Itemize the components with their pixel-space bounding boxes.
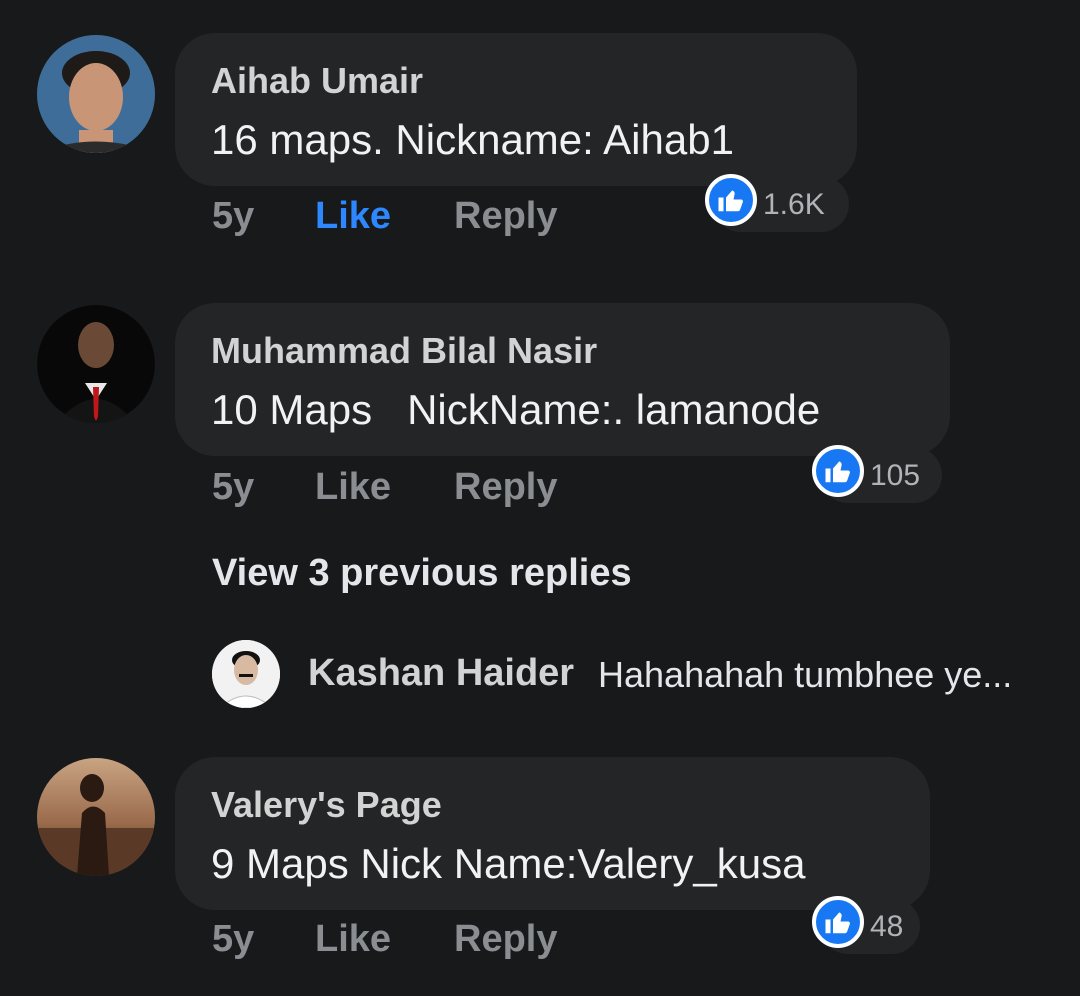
comment-text: 10 Maps NickName:. lamanode — [211, 386, 821, 433]
reaction-summary[interactable]: 1.6K — [705, 174, 849, 232]
comment-author[interactable]: Valery's Page — [211, 784, 442, 826]
avatar-image — [212, 640, 280, 708]
comment-bubble: Aihab Umair 16 maps. Nickname: Aihab1 — [175, 33, 857, 186]
avatar[interactable] — [37, 305, 155, 423]
thumbs-up-icon — [812, 896, 864, 948]
avatar[interactable] — [37, 35, 155, 153]
avatar-image — [37, 35, 155, 153]
reaction-summary[interactable]: 105 — [812, 445, 942, 503]
reply-button[interactable]: Reply — [454, 466, 557, 509]
comment-author[interactable]: Aihab Umair — [211, 60, 423, 102]
comment-timestamp: 5y — [212, 918, 255, 960]
avatar[interactable] — [37, 758, 155, 876]
reaction-count: 48 — [870, 910, 904, 943]
avatar-image — [37, 758, 155, 876]
reaction-count: 1.6K — [763, 188, 825, 221]
avatar[interactable] — [212, 640, 280, 708]
like-button[interactable]: Like — [315, 918, 391, 961]
like-button[interactable]: Like — [315, 466, 391, 509]
avatar-image — [37, 305, 155, 423]
comment-text: 16 maps. Nickname: Aihab1 — [211, 116, 734, 163]
reaction-summary[interactable]: 48 — [812, 896, 920, 954]
comment-text: 9 Maps Nick Name:Valery_kusa — [211, 840, 806, 887]
reaction-count: 105 — [870, 459, 921, 492]
reply-text: Hahahahah tumbhee ye... — [598, 654, 1013, 695]
comment-author[interactable]: Muhammad Bilal Nasir — [211, 330, 597, 372]
comment-bubble: Valery's Page 9 Maps Nick Name:Valery_ku… — [175, 757, 930, 910]
thumbs-up-icon — [705, 174, 757, 226]
view-previous-replies-link[interactable]: View 3 previous replies — [212, 552, 632, 595]
like-button[interactable]: Like — [315, 195, 391, 238]
comment-timestamp: 5y — [212, 466, 255, 508]
reply-button[interactable]: Reply — [454, 918, 557, 961]
comment-bubble: Muhammad Bilal Nasir 10 Maps NickName:. … — [175, 303, 950, 456]
thumbs-up-icon — [812, 445, 864, 497]
reply-button[interactable]: Reply — [454, 195, 557, 238]
reply-preview[interactable]: Kashan Haider Hahahahah tumbhee ye... — [212, 638, 1072, 710]
reply-author[interactable]: Kashan Haider — [308, 652, 574, 695]
comment-timestamp: 5y — [212, 195, 255, 237]
